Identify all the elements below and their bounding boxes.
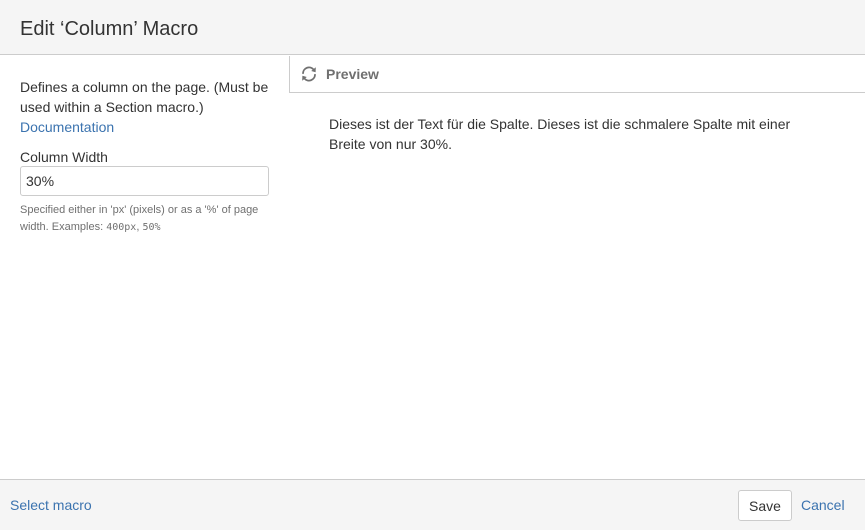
macro-description: Defines a column on the page. (Must be u… xyxy=(20,79,269,115)
select-macro-link[interactable]: Select macro xyxy=(10,496,92,514)
preview-header: Preview xyxy=(289,56,865,93)
refresh-icon[interactable] xyxy=(300,65,318,83)
preview-label: Preview xyxy=(326,66,379,82)
dialog-footer: Select macro Save Cancel xyxy=(0,479,865,530)
help-example-px: 400px xyxy=(106,222,137,233)
preview-panel: Preview Dieses ist der Text für die Spal… xyxy=(289,56,865,479)
save-button[interactable]: Save xyxy=(738,490,792,521)
column-width-input[interactable] xyxy=(20,166,269,196)
macro-settings-panel: Defines a column on the page. (Must be u… xyxy=(0,56,289,479)
cancel-link[interactable]: Cancel xyxy=(801,496,845,514)
dialog-header: Edit ‘Column’ Macro xyxy=(0,0,865,55)
preview-content: Dieses ist der Text für die Spalte. Dies… xyxy=(329,116,791,152)
macro-dialog: Edit ‘Column’ Macro Defines a column on … xyxy=(0,0,865,530)
help-example-percent: 50% xyxy=(142,222,161,233)
column-width-label: Column Width xyxy=(20,149,108,165)
dialog-title: Edit ‘Column’ Macro xyxy=(20,18,199,40)
documentation-link[interactable]: Documentation xyxy=(20,117,114,137)
column-width-help: Specified either in 'px' (pixels) or as … xyxy=(20,202,275,236)
